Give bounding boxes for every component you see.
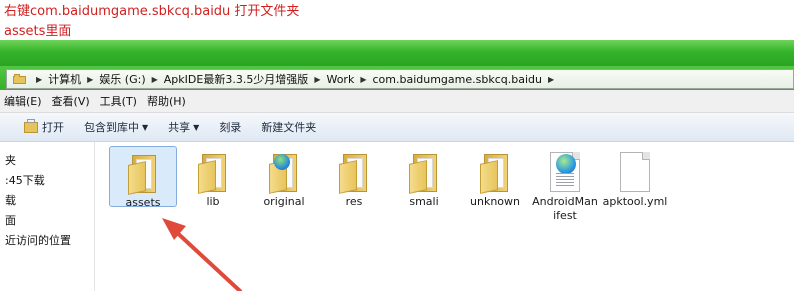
annotation-arrow [162,218,242,291]
